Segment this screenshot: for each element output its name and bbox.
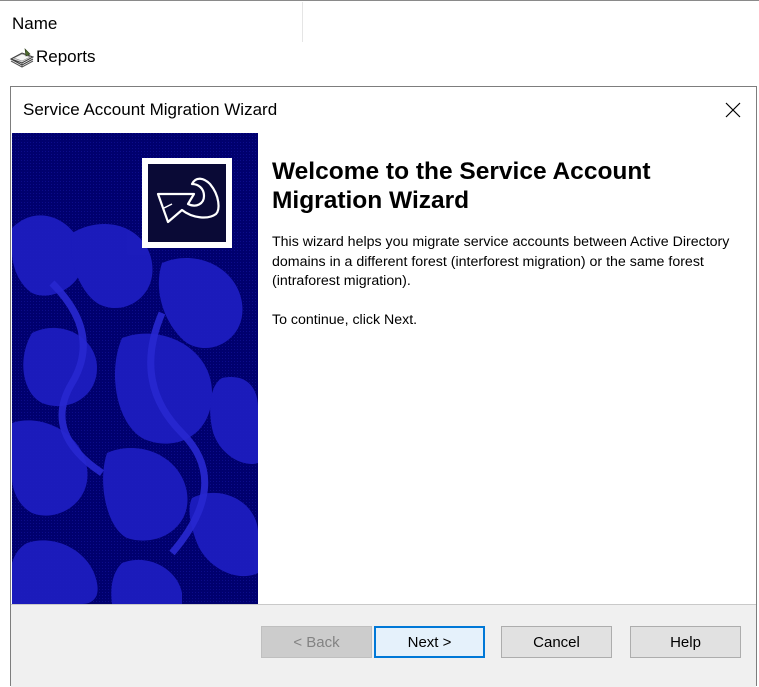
- dialog-footer: < Back Next > Cancel Help: [11, 605, 756, 687]
- next-button[interactable]: Next >: [374, 626, 485, 658]
- cancel-button[interactable]: Cancel: [501, 626, 612, 658]
- explorer-list: Name Reports: [0, 0, 759, 89]
- close-button[interactable]: [710, 87, 756, 132]
- welcome-heading: Welcome to the Service Account Migration…: [272, 158, 651, 214]
- dialog-titlebar[interactable]: Service Account Migration Wizard: [11, 87, 756, 132]
- banner-icon-frame: [142, 158, 232, 248]
- wizard-content: Welcome to the Service Account Migration…: [272, 157, 742, 328]
- wizard-arrow-icon: [156, 177, 220, 224]
- wizard-banner: [12, 133, 258, 604]
- back-button[interactable]: < Back: [261, 626, 372, 658]
- close-icon: [725, 102, 741, 117]
- help-button[interactable]: Help: [630, 626, 741, 658]
- wizard-description: This wizard helps you migrate service ac…: [272, 234, 730, 289]
- migration-wizard-dialog: Service Account Migration Wizard Welcome…: [10, 86, 757, 687]
- list-item[interactable]: Reports: [9, 45, 96, 69]
- name-column-header[interactable]: Name: [12, 14, 57, 34]
- reports-book-icon: [9, 46, 35, 68]
- wizard-instruction: To continue, click Next.: [272, 312, 418, 328]
- list-item-label: Reports: [36, 47, 96, 66]
- column-separator[interactable]: [302, 2, 303, 42]
- dialog-title: Service Account Migration Wizard: [23, 100, 278, 119]
